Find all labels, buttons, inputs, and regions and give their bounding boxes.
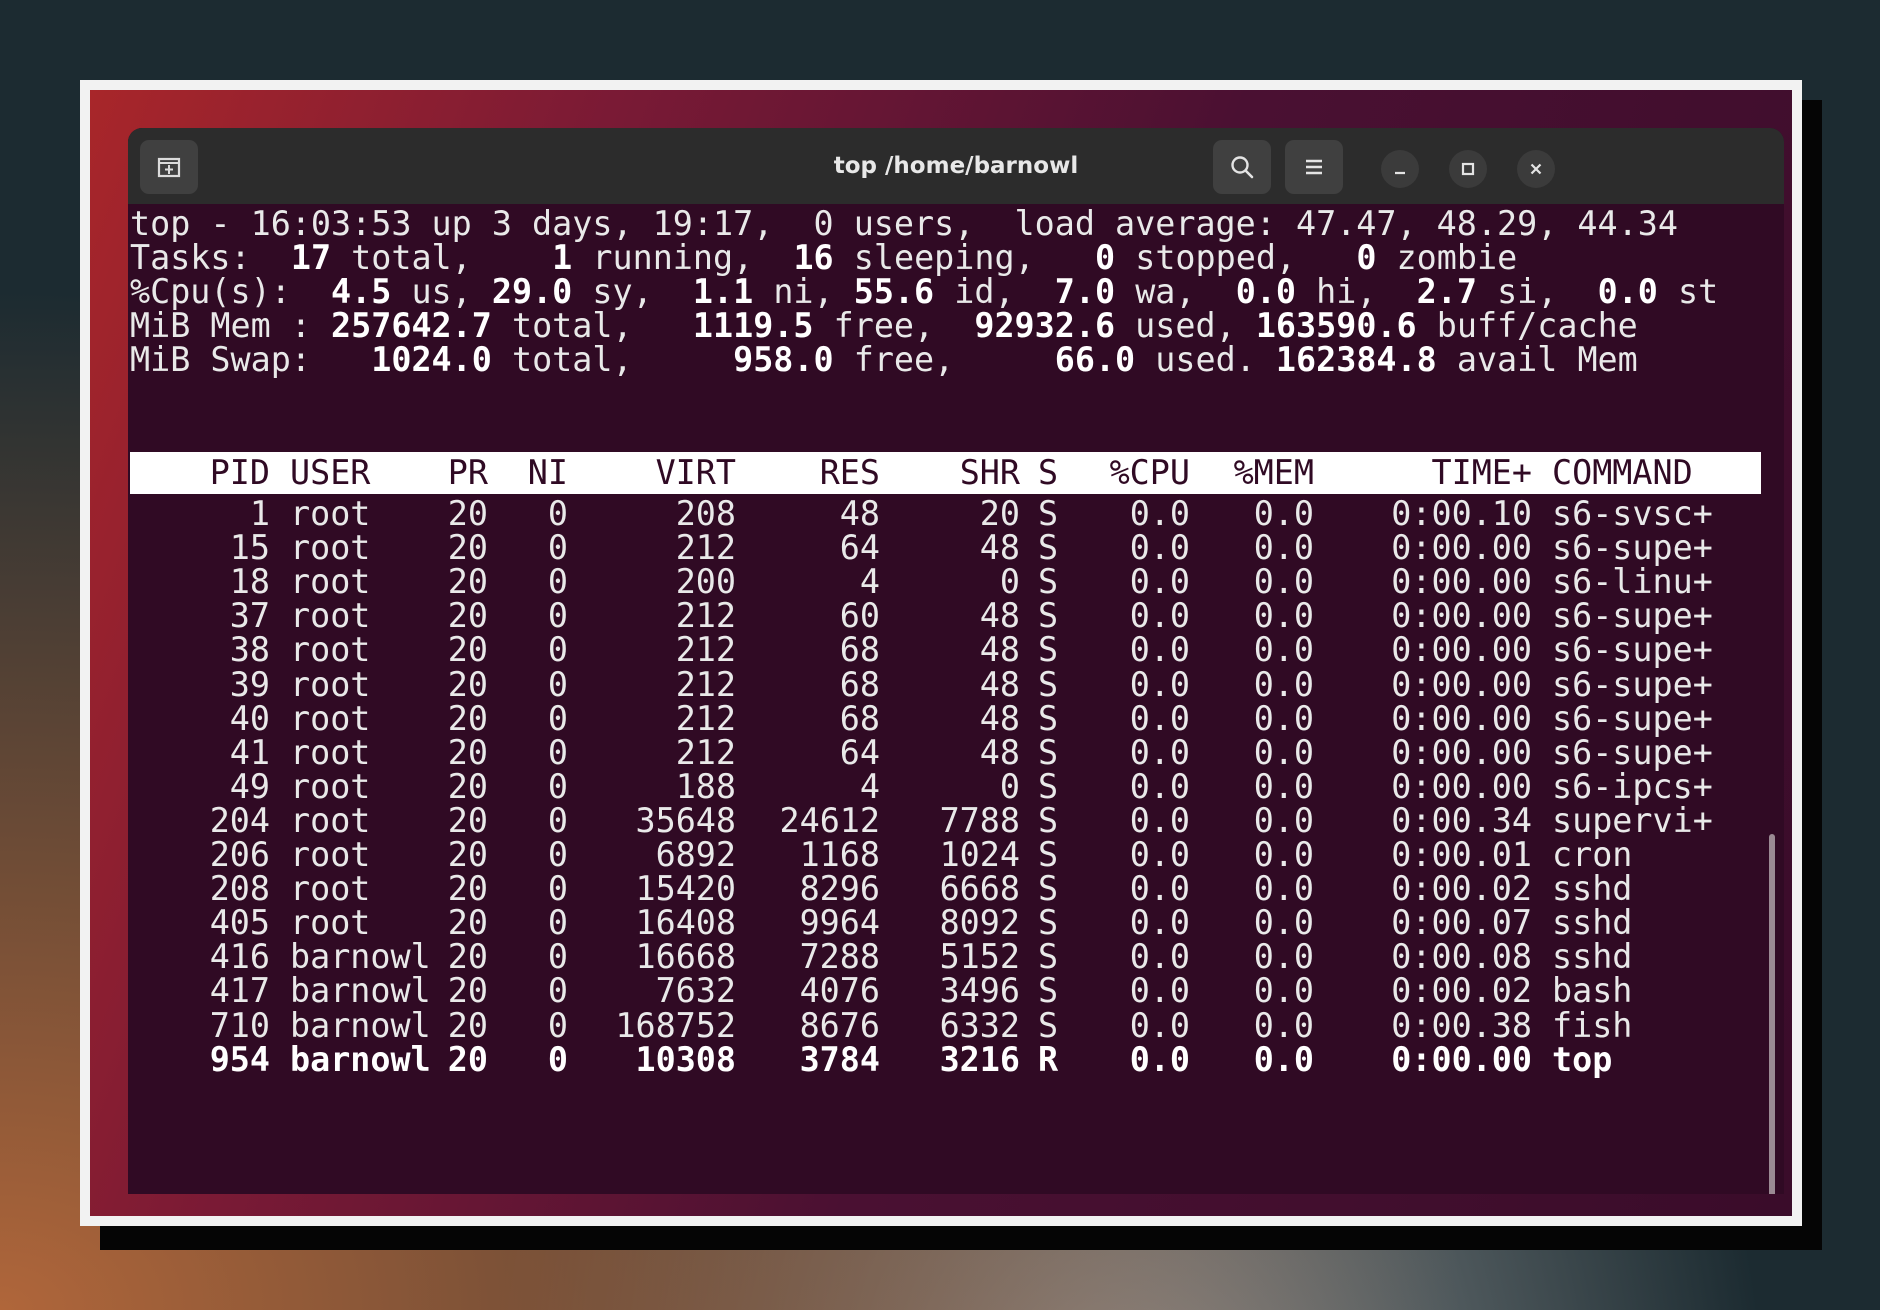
col-header-ni: NI xyxy=(527,453,568,492)
cell-pr: 20 xyxy=(447,1039,488,1079)
cell-cpu: 0.0 xyxy=(1129,1039,1190,1079)
maximize-button[interactable] xyxy=(1449,150,1487,188)
desktop-background: top /home/barnowl top - 16:03:53 up 3 da… xyxy=(90,90,1792,1216)
process-table-header: PID USER PR NI VIRT RES SHR S %CPU %MEM … xyxy=(130,452,1761,494)
cell-shr: 3216 xyxy=(939,1039,1020,1079)
menu-button[interactable] xyxy=(1285,140,1343,194)
col-header-mem: %MEM xyxy=(1233,453,1314,492)
col-header-command: COMMAND xyxy=(1552,453,1693,492)
cell-pid: 954 xyxy=(209,1039,270,1079)
summary-swap-line: MiB Swap: 1024.0 total, 958.0 free, 66.0… xyxy=(130,340,1638,379)
close-icon xyxy=(1530,163,1542,175)
title-bar[interactable]: top /home/barnowl xyxy=(128,128,1784,204)
col-header-virt: VIRT xyxy=(655,453,736,492)
cell-ni: 0 xyxy=(547,1039,568,1079)
maximize-icon xyxy=(1461,162,1475,176)
col-header-cpu: %CPU xyxy=(1109,453,1190,492)
close-button[interactable] xyxy=(1517,150,1555,188)
search-icon xyxy=(1231,156,1254,179)
hamburger-menu-icon xyxy=(1306,159,1322,175)
cell-mem: 0.0 xyxy=(1253,1039,1314,1079)
minimize-button[interactable] xyxy=(1381,150,1419,188)
cell-virt: 10308 xyxy=(635,1039,736,1079)
col-header-shr: SHR xyxy=(959,453,1020,492)
vertical-scrollbar[interactable] xyxy=(1769,834,1775,1194)
col-header-res: RES xyxy=(819,453,880,492)
col-header-pr: PR xyxy=(447,453,488,492)
cell-command: top xyxy=(1552,1039,1613,1079)
cell-state: R xyxy=(1038,1039,1059,1079)
new-tab-button[interactable] xyxy=(140,140,198,194)
cell-time: 0:00.00 xyxy=(1391,1039,1532,1079)
col-header-state: S xyxy=(1038,453,1059,492)
screenshot-frame: top /home/barnowl top - 16:03:53 up 3 da… xyxy=(80,80,1802,1226)
cell-res: 3784 xyxy=(799,1039,880,1079)
new-tab-icon xyxy=(157,157,181,178)
terminal-window: top /home/barnowl top - 16:03:53 up 3 da… xyxy=(128,128,1784,1194)
col-header-user: USER xyxy=(290,453,371,492)
terminal-output[interactable]: top - 16:03:53 up 3 days, 19:17, 0 users… xyxy=(128,204,1784,1194)
col-header-pid: PID xyxy=(209,453,270,492)
process-row: 954 barnowl 20 0 10308 3784 3216 R 0.0 0.0 0:00.00… xyxy=(130,1040,1761,1080)
minimize-icon xyxy=(1395,171,1405,175)
col-header-time: TIME+ xyxy=(1431,453,1532,492)
search-button[interactable] xyxy=(1213,140,1271,194)
